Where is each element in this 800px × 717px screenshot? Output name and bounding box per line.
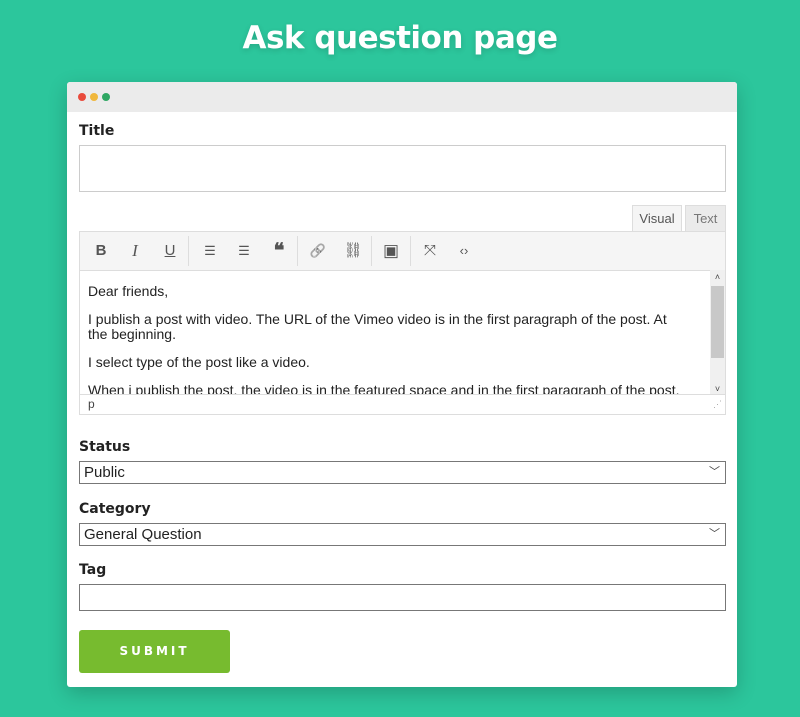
paragraph: I publish a post with video. The URL of … — [88, 311, 667, 342]
blockquote-icon[interactable]: ❝ — [262, 232, 296, 270]
paragraph: I select type of the post like a video. — [88, 354, 310, 370]
resize-handle-icon[interactable]: ⋰ — [713, 395, 722, 413]
chevron-down-icon: ﹀ — [709, 528, 720, 540]
status-value: Public — [84, 464, 125, 481]
chevron-down-icon: ﹀ — [709, 466, 720, 478]
scroll-down-icon[interactable]: ˅ — [710, 384, 725, 394]
code-icon[interactable]: ‹› — [447, 232, 481, 270]
fullscreen-icon[interactable]: ⤧ — [413, 232, 447, 270]
category-value: General Question — [84, 526, 202, 543]
category-select[interactable]: General Question ﹀ — [79, 523, 726, 546]
underline-icon[interactable]: U — [153, 232, 187, 270]
title-label: Title — [79, 123, 115, 139]
tab-text[interactable]: Text — [685, 205, 726, 231]
bullet-list-icon[interactable]: ☰ — [193, 232, 227, 270]
tag-input[interactable] — [79, 584, 726, 611]
bold-icon[interactable]: B — [84, 232, 118, 270]
image-icon[interactable]: ▣ — [374, 232, 408, 270]
editor-path: p ⋰ — [80, 394, 725, 414]
submit-button[interactable]: SUBMIT — [79, 630, 230, 673]
paragraph: When i publish the post, the video is in… — [88, 382, 680, 395]
italic-icon[interactable]: I — [118, 232, 152, 270]
browser-window: Title Visual Text B I U ☰ ☰ ❝ 🔗 ⛓ ▣ ⤧ ‹›… — [67, 82, 737, 687]
path-element[interactable]: p — [88, 397, 95, 411]
editor-toolbar: B I U ☰ ☰ ❝ 🔗 ⛓ ▣ ⤧ ‹› — [79, 231, 726, 271]
link-icon[interactable]: 🔗 — [301, 232, 335, 270]
status-select[interactable]: Public ﹀ — [79, 461, 726, 484]
scroll-thumb[interactable] — [711, 286, 724, 358]
editor-scrollbar[interactable]: ˄ ˅ — [710, 270, 725, 394]
category-label: Category — [79, 501, 151, 517]
maximize-dot-icon — [102, 93, 110, 101]
scroll-up-icon[interactable]: ˄ — [710, 270, 725, 284]
page-heading: Ask question page — [242, 20, 558, 56]
minimize-dot-icon — [90, 93, 98, 101]
unlink-icon[interactable]: ⛓ — [336, 232, 370, 270]
numbered-list-icon[interactable]: ☰ — [227, 232, 261, 270]
paragraph: Dear friends, — [88, 284, 169, 299]
tab-visual[interactable]: Visual — [632, 205, 682, 231]
tag-label: Tag — [79, 562, 107, 578]
title-input[interactable] — [79, 145, 726, 192]
status-label: Status — [79, 439, 131, 455]
close-dot-icon — [78, 93, 86, 101]
editor-content[interactable]: Dear friends, I publish a post with vide… — [79, 270, 726, 415]
window-title-bar — [67, 82, 737, 112]
